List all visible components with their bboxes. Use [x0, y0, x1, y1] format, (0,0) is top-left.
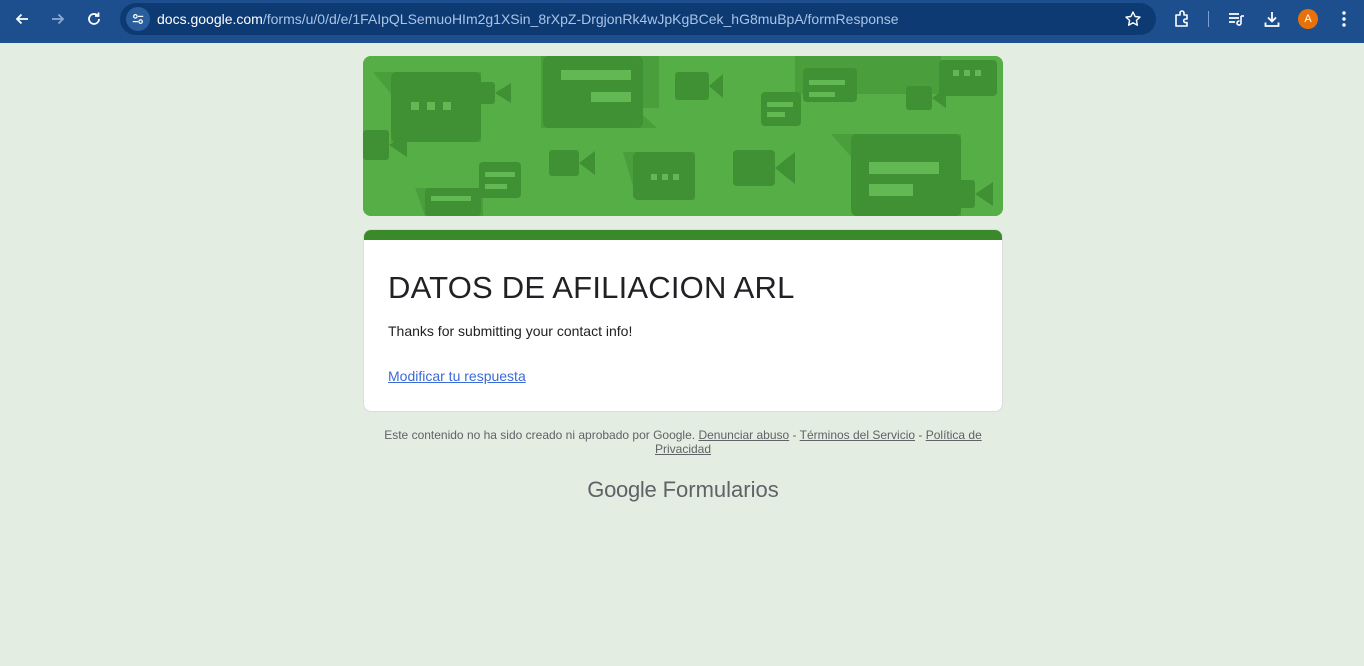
- back-button[interactable]: [4, 1, 40, 37]
- media-queue-icon[interactable]: [1224, 7, 1248, 31]
- reload-button[interactable]: [76, 1, 112, 37]
- confirmation-message: Thanks for submitting your contact info!: [388, 323, 633, 339]
- url-host: docs.google.com: [157, 11, 263, 27]
- url-text: docs.google.com/forms/u/0/d/e/1FAIpQLSem…: [157, 11, 899, 27]
- separator: -: [792, 428, 797, 442]
- terms-link[interactable]: Términos del Servicio: [800, 428, 915, 442]
- arrow-left-icon: [15, 13, 28, 25]
- profile-avatar[interactable]: A: [1298, 9, 1318, 29]
- form-footer: Este contenido no ha sido creado ni apro…: [363, 428, 1003, 456]
- forward-button[interactable]: [40, 1, 76, 37]
- google-wordmark: Google: [587, 477, 657, 502]
- card-accent-bar: [364, 230, 1002, 240]
- address-bar[interactable]: docs.google.com/forms/u/0/d/e/1FAIpQLSem…: [120, 3, 1156, 35]
- form-header-banner: [363, 56, 1003, 216]
- form-title: DATOS DE AFILIACION ARL: [388, 270, 795, 305]
- report-abuse-link[interactable]: Denunciar abuso: [698, 428, 789, 442]
- more-vert-icon[interactable]: [1332, 7, 1356, 31]
- chat-pattern-illustration: [363, 56, 1003, 216]
- download-icon[interactable]: [1260, 7, 1284, 31]
- google-forms-logo[interactable]: Google Formularios: [363, 477, 1003, 503]
- tune-icon: [132, 14, 144, 24]
- browser-toolbar: docs.google.com/forms/u/0/d/e/1FAIpQLSem…: [0, 0, 1364, 43]
- disclaimer-text: Este contenido no ha sido creado ni apro…: [384, 428, 696, 442]
- reload-icon: [88, 12, 100, 25]
- product-name: Formularios: [662, 477, 779, 502]
- extensions-icon[interactable]: [1170, 7, 1194, 31]
- bookmark-star-icon[interactable]: [1124, 10, 1142, 33]
- site-info-button[interactable]: [126, 7, 150, 31]
- arrow-right-icon: [52, 13, 65, 25]
- separator: -: [918, 428, 923, 442]
- toolbar-divider: [1208, 11, 1209, 27]
- edit-response-link[interactable]: Modificar tu respuesta: [388, 368, 526, 384]
- url-path: /forms/u/0/d/e/1FAIpQLSemuoHIm2g1XSin_8r…: [262, 11, 899, 27]
- confirmation-card: DATOS DE AFILIACION ARL Thanks for submi…: [363, 229, 1003, 412]
